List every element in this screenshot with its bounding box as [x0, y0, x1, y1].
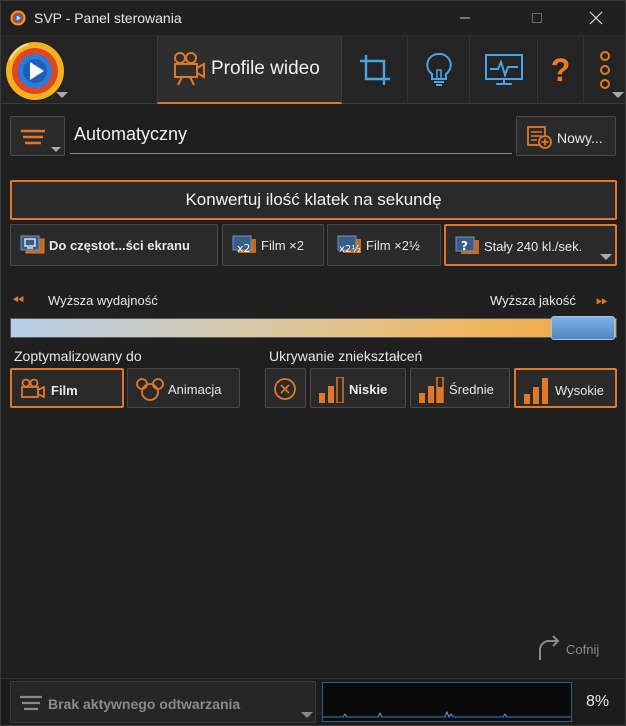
- bars-medium-icon: [419, 377, 444, 403]
- chevron-down-icon[interactable]: [600, 254, 612, 260]
- more-dropdown-caret[interactable]: [612, 92, 624, 98]
- optimize-film-button[interactable]: Film: [10, 368, 124, 408]
- hamburger-menu-icon: [20, 695, 42, 711]
- optimize-film-label: Film: [51, 383, 78, 398]
- top-navigation: Profile wideo ?: [0, 36, 626, 104]
- bars-high-icon: [524, 378, 548, 404]
- tab-crop[interactable]: [342, 36, 408, 104]
- film-x2-5-icon: x2½: [337, 235, 361, 255]
- quality-slider-thumb[interactable]: [551, 316, 615, 340]
- quality-slider-track[interactable]: [10, 318, 617, 338]
- profile-menu-button[interactable]: [10, 116, 65, 156]
- optimize-animation-button[interactable]: Animacja: [127, 368, 240, 408]
- rewind-arrow-icon[interactable]: ⏪︎: [12, 292, 24, 309]
- playback-selector[interactable]: Brak aktywnego odtwarzania: [10, 681, 316, 723]
- fps-option-screen-rate-label: Do częstot...ści ekranu: [49, 238, 190, 253]
- screen-rate-icon: [20, 235, 45, 254]
- close-button[interactable]: [573, 0, 619, 36]
- minimize-icon: [460, 17, 470, 19]
- higher-performance-label: Wyższa wydajność: [48, 293, 158, 308]
- new-profile-button[interactable]: Nowy...: [516, 116, 616, 156]
- cpu-usage-line: [323, 710, 571, 719]
- more-vertical-icon: [600, 51, 610, 89]
- fps-option-fixed-rate-label: Stały 240 kl./sek.: [484, 239, 583, 254]
- convert-framerate-toggle[interactable]: Konwertuj ilość klatek na sekundę: [10, 180, 617, 220]
- fps-option-film-x2[interactable]: x2 Film ×2: [222, 224, 324, 266]
- tab-lightbulb[interactable]: [408, 36, 470, 104]
- artifact-masking-label: Ukrywanie zniekształceń: [269, 348, 423, 364]
- fps-option-fixed-rate[interactable]: ? Stały 240 kl./sek.: [444, 224, 617, 266]
- help-icon: ?: [550, 51, 571, 88]
- artifacts-high-button[interactable]: Wysokie: [514, 368, 617, 408]
- tab-video-profiles[interactable]: Profile wideo: [157, 36, 342, 104]
- hamburger-menu-icon: [21, 129, 45, 145]
- chevron-down-icon: [301, 712, 313, 718]
- svg-text:x2½: x2½: [339, 243, 361, 255]
- maximize-button[interactable]: [514, 0, 560, 36]
- lightbulb-icon: [425, 52, 452, 86]
- close-icon: [589, 11, 603, 25]
- minimize-button[interactable]: [442, 0, 488, 36]
- film-x2-icon: x2: [232, 235, 256, 255]
- logo-dropdown-caret[interactable]: [56, 92, 68, 98]
- artifacts-medium-button[interactable]: Średnie: [410, 368, 510, 408]
- maximize-icon: [532, 13, 542, 23]
- cpu-usage-value: 8%: [586, 693, 610, 710]
- artifacts-medium-label: Średnie: [449, 382, 494, 397]
- artifacts-off-button[interactable]: [265, 368, 306, 408]
- svp-app-icon: [10, 10, 26, 26]
- profile-name-field[interactable]: Automatyczny: [70, 116, 512, 154]
- artifacts-low-button[interactable]: Niskie: [310, 368, 406, 408]
- fast-forward-arrow-icon[interactable]: ⏩︎: [596, 292, 608, 309]
- window-title: SVP - Panel sterowania: [34, 10, 182, 26]
- fixed-rate-icon: ?: [455, 236, 479, 254]
- new-profile-icon: [527, 126, 552, 149]
- title-bar: SVP - Panel sterowania: [0, 0, 626, 36]
- mickey-animation-icon: [136, 378, 164, 401]
- svg-text:?: ?: [461, 239, 468, 253]
- optimize-animation-label: Animacja: [168, 382, 222, 397]
- tab-monitor[interactable]: [470, 36, 538, 104]
- optimized-for-label: Zoptymalizowany do: [14, 348, 142, 364]
- artifacts-low-label: Niskie: [349, 382, 388, 397]
- bars-low-icon: [319, 377, 344, 403]
- artifacts-high-label: Wysokie: [555, 383, 605, 398]
- chevron-down-icon: [51, 147, 61, 152]
- monitor-icon: [484, 54, 523, 85]
- status-bar: Brak aktywnego odtwarzania 8%: [0, 678, 626, 726]
- video-camera-icon: [21, 378, 45, 399]
- undo-label: Cofnij: [566, 642, 600, 657]
- fps-option-screen-rate[interactable]: Do częstot...ści ekranu: [10, 224, 218, 266]
- video-camera-icon: [174, 52, 205, 86]
- fps-option-film-x2-5[interactable]: x2½ Film ×2½: [327, 224, 441, 266]
- convert-framerate-label: Konwertuj ilość klatek na sekundę: [185, 190, 442, 209]
- svg-text:x2: x2: [237, 242, 251, 255]
- undo-arrow-icon: [539, 635, 560, 660]
- undo-button[interactable]: Cofnij: [536, 634, 606, 664]
- crop-icon: [359, 55, 390, 85]
- tab-help[interactable]: ?: [538, 36, 584, 104]
- new-profile-label: Nowy...: [557, 130, 603, 146]
- fps-option-film-x2-label: Film ×2: [261, 238, 304, 253]
- fps-option-film-x2-5-label: Film ×2½: [366, 238, 420, 253]
- higher-quality-label: Wyższa jakość: [490, 293, 576, 308]
- close-circle-icon: [274, 378, 296, 400]
- playback-status-label: Brak aktywnego odtwarzania: [48, 696, 241, 712]
- tab-video-profiles-label: Profile wideo: [211, 58, 320, 79]
- cpu-usage-graph: [322, 682, 572, 722]
